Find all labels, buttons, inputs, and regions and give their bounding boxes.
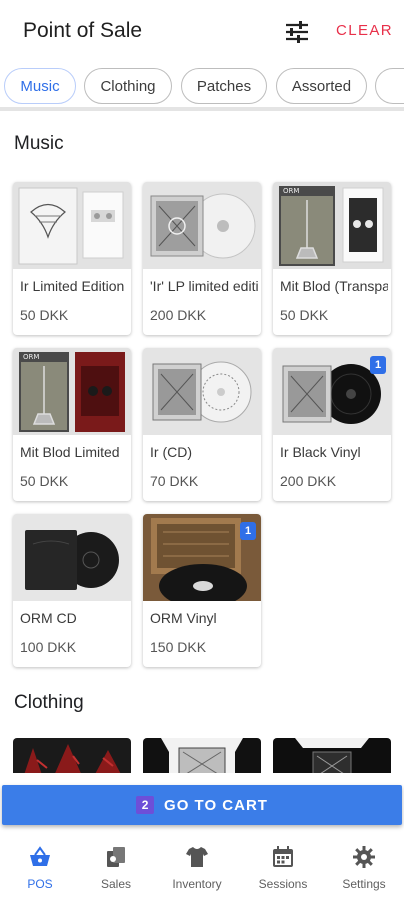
product-price: 50 DKK	[20, 307, 69, 323]
go-to-cart-button[interactable]: 2 GO TO CART	[2, 785, 402, 825]
product-card[interactable]: 'Ir' LP limited edition 200 DKK	[143, 182, 261, 335]
product-card[interactable]: 1 Ir Black Vinyl 200 DKK	[273, 348, 391, 501]
nav-label-settings: Settings	[342, 877, 386, 891]
svg-text:ORM: ORM	[283, 187, 299, 195]
nav-label-pos: POS	[27, 877, 53, 891]
product-name: ORM Vinyl	[150, 610, 217, 626]
bottom-navigation: POS Sales Inventory Sessions Settings	[0, 833, 404, 900]
basket-icon	[30, 846, 50, 866]
page-title: Point of Sale	[23, 19, 143, 42]
product-price: 50 DKK	[20, 473, 69, 489]
product-price: 150 DKK	[150, 639, 207, 655]
product-card[interactable]	[143, 738, 261, 773]
nav-label-sales: Sales	[100, 877, 132, 891]
product-name: Ir Black Vinyl	[280, 444, 361, 460]
product-card[interactable]: Ir (CD) 70 DKK	[143, 348, 261, 501]
chip-music[interactable]: Music	[4, 68, 76, 104]
nav-item-pos[interactable]: POS	[0, 845, 80, 891]
nav-label-sessions: Sessions	[258, 877, 308, 891]
product-image	[13, 738, 131, 773]
product-price: 100 DKK	[20, 639, 77, 655]
product-card[interactable]	[273, 738, 391, 773]
product-name: Mit Blod Limited	[20, 444, 120, 460]
product-card[interactable]: Ir Limited Edition 50 DKK	[13, 182, 131, 335]
nav-item-sales[interactable]: Sales	[76, 845, 156, 891]
product-card[interactable]: ORM Mit Blod (Transparent) 50 DKK	[273, 182, 391, 335]
product-image	[143, 182, 261, 269]
quantity-badge: 1	[240, 522, 256, 540]
chip-patches[interactable]: Patches	[181, 68, 267, 104]
chip-assorted[interactable]: Assorted	[276, 68, 367, 104]
product-list[interactable]: Music Ir Limited Edition 50 DKK 'Ir' LP …	[0, 111, 404, 773]
nav-item-inventory[interactable]: Inventory	[157, 845, 237, 891]
app-bar: Point of Sale CLEAR	[0, 0, 404, 60]
nav-item-settings[interactable]: Settings	[324, 845, 404, 891]
product-image	[13, 514, 131, 601]
product-card[interactable]	[13, 738, 131, 773]
chip-overflow[interactable]	[375, 68, 404, 104]
nav-item-sessions[interactable]: Sessions	[243, 845, 323, 891]
section-title-music: Music	[14, 133, 64, 154]
product-image: ORM	[273, 182, 391, 269]
tune-icon[interactable]	[284, 20, 310, 44]
product-name: Mit Blod (Transparent)	[280, 278, 388, 294]
product-name: Ir Limited Edition	[20, 278, 125, 294]
product-image	[273, 738, 391, 773]
nav-label-inventory: Inventory	[172, 877, 222, 891]
chip-clothing[interactable]: Clothing	[84, 68, 172, 104]
gear-icon	[353, 846, 375, 868]
svg-text:ORM: ORM	[23, 353, 39, 361]
section-title-clothing: Clothing	[14, 692, 84, 713]
clear-button[interactable]: CLEAR	[336, 22, 393, 39]
product-price: 200 DKK	[280, 473, 337, 489]
product-name: Ir (CD)	[150, 444, 192, 460]
go-to-cart-label: GO TO CART	[164, 796, 268, 814]
product-image	[13, 182, 131, 269]
tshirt-icon	[186, 847, 208, 867]
product-price: 70 DKK	[150, 473, 199, 489]
quantity-badge: 1	[370, 356, 386, 374]
calendar-icon	[273, 846, 293, 867]
product-card[interactable]: 1 ORM Vinyl 150 DKK	[143, 514, 261, 667]
product-image	[143, 348, 261, 435]
product-card[interactable]: ORM Mit Blod Limited 50 DKK	[13, 348, 131, 501]
product-image: ORM	[13, 348, 131, 435]
cart-count-badge: 2	[136, 796, 155, 814]
product-name: ORM CD	[20, 610, 77, 626]
product-price: 200 DKK	[150, 307, 207, 323]
product-price: 50 DKK	[280, 307, 329, 323]
category-chips: Music Clothing Patches Assorted	[0, 66, 404, 106]
receipts-icon	[107, 847, 125, 867]
product-image	[143, 738, 261, 773]
product-card[interactable]: ORM CD 100 DKK	[13, 514, 131, 667]
product-name: 'Ir' LP limited edition	[150, 278, 258, 294]
